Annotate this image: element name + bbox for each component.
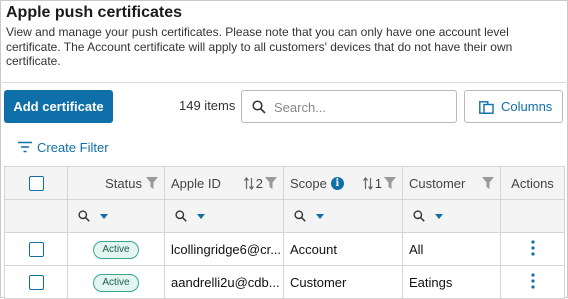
add-certificate-button[interactable]: Add certificate bbox=[4, 90, 113, 123]
search-icon bbox=[175, 210, 187, 222]
select-all-checkbox[interactable] bbox=[28, 176, 44, 192]
actions-cell bbox=[500, 232, 565, 266]
filter-funnel-icon[interactable] bbox=[265, 177, 277, 189]
row-checkbox[interactable] bbox=[28, 242, 44, 258]
search-icon bbox=[78, 210, 90, 222]
filter-cell-customer[interactable] bbox=[402, 199, 501, 233]
sort-order-scope: 1 bbox=[374, 175, 382, 191]
info-icon[interactable]: i bbox=[330, 176, 344, 190]
header-divider bbox=[0, 82, 568, 83]
customer-value: Eatings bbox=[409, 274, 453, 290]
filter-funnel-icon[interactable] bbox=[482, 177, 494, 189]
columns-button[interactable]: Columns bbox=[464, 90, 563, 123]
status-cell: Active bbox=[67, 232, 165, 266]
filter-row bbox=[4, 199, 565, 233]
create-filter-label: Create Filter bbox=[37, 140, 109, 155]
table-row[interactable]: Active aandrelli2u@cdb... Customer Eatin… bbox=[4, 265, 565, 299]
column-header-scope[interactable]: Scope i 1 bbox=[283, 166, 403, 200]
table-header-row: Status Apple ID 2 Scope i 1 Customer Act… bbox=[4, 166, 565, 200]
chevron-down-icon[interactable] bbox=[435, 213, 443, 219]
status-cell: Active bbox=[67, 265, 165, 299]
more-actions-icon[interactable] bbox=[530, 239, 536, 256]
customer-cell: Eatings bbox=[402, 265, 501, 299]
column-header-status[interactable]: Status bbox=[67, 166, 165, 200]
filter-cell-scope[interactable] bbox=[283, 199, 403, 233]
column-label-apple-id: Apple ID bbox=[171, 175, 221, 191]
columns-icon bbox=[479, 101, 494, 114]
sort-order-apple-id: 2 bbox=[255, 175, 263, 191]
apple-id-cell: aandrelli2u@cdb... bbox=[164, 265, 284, 299]
column-label-status: Status bbox=[105, 175, 142, 191]
row-select-cell bbox=[4, 265, 68, 299]
filter-cell-status[interactable] bbox=[67, 199, 165, 233]
item-count: 149 items bbox=[179, 98, 236, 113]
scope-cell: Account bbox=[283, 232, 403, 266]
search-icon bbox=[252, 100, 266, 114]
apple-id-value: lcollingridge6@cr... bbox=[171, 241, 282, 257]
filter-lines-icon bbox=[18, 141, 32, 153]
status-badge: Active bbox=[93, 273, 139, 292]
filter-cell-actions bbox=[500, 199, 565, 233]
actions-cell bbox=[500, 265, 565, 299]
customer-value: All bbox=[409, 241, 424, 257]
more-actions-icon[interactable] bbox=[530, 272, 536, 289]
column-header-apple-id[interactable]: Apple ID 2 bbox=[164, 166, 284, 200]
scope-value: Account bbox=[290, 241, 337, 257]
chevron-down-icon[interactable] bbox=[316, 213, 324, 219]
sort-arrows-icon[interactable] bbox=[243, 176, 254, 190]
filter-funnel-icon[interactable] bbox=[146, 177, 158, 189]
filter-funnel-icon[interactable] bbox=[384, 177, 396, 189]
select-all-cell bbox=[4, 166, 68, 200]
apple-id-cell: lcollingridge6@cr... bbox=[164, 232, 284, 266]
search-box[interactable] bbox=[241, 90, 457, 123]
column-label-customer: Customer bbox=[409, 175, 466, 191]
filter-cell-apple-id[interactable] bbox=[164, 199, 284, 233]
status-badge: Active bbox=[93, 240, 139, 259]
page-title: Apple push certificates bbox=[6, 4, 183, 21]
apple-id-value: aandrelli2u@cdb... bbox=[171, 274, 280, 290]
scope-cell: Customer bbox=[283, 265, 403, 299]
chevron-down-icon[interactable] bbox=[197, 213, 205, 219]
row-select-cell bbox=[4, 232, 68, 266]
column-label-actions: Actions bbox=[511, 175, 554, 191]
table-row[interactable]: Active lcollingridge6@cr... Account All bbox=[4, 232, 565, 266]
certificates-table: Status Apple ID 2 Scope i 1 Customer Act… bbox=[4, 166, 565, 299]
columns-label: Columns bbox=[501, 99, 553, 114]
customer-cell: All bbox=[402, 232, 501, 266]
column-label-scope: Scope bbox=[290, 175, 327, 191]
row-checkbox[interactable] bbox=[28, 275, 44, 291]
sort-arrows-icon[interactable] bbox=[362, 176, 373, 190]
scope-value: Customer bbox=[290, 274, 347, 290]
page-description: View and manage your push certificates. … bbox=[6, 25, 513, 68]
search-icon bbox=[294, 210, 306, 222]
column-header-actions: Actions bbox=[500, 166, 565, 200]
filter-cell-empty bbox=[4, 199, 68, 233]
chevron-down-icon[interactable] bbox=[100, 213, 108, 219]
column-header-customer[interactable]: Customer bbox=[402, 166, 501, 200]
search-input[interactable] bbox=[272, 97, 452, 117]
search-icon bbox=[413, 210, 425, 222]
